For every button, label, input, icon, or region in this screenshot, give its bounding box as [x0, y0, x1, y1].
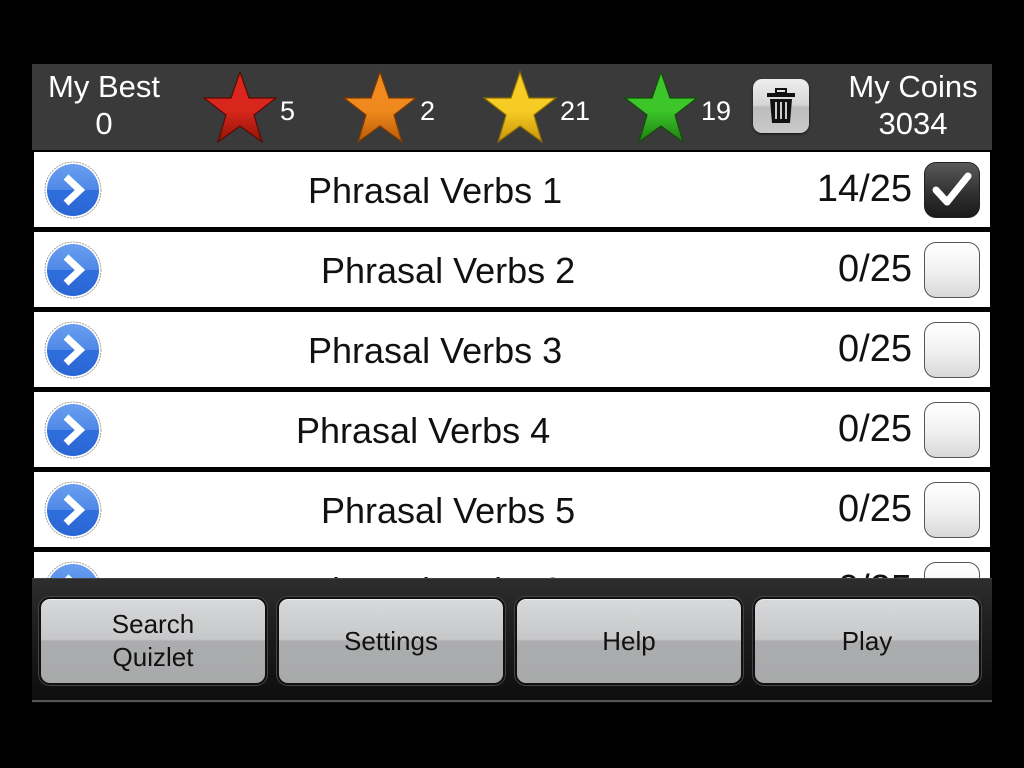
toolbar-divider [32, 700, 992, 702]
yellow-star-icon [482, 70, 558, 144]
list-item-score: 0/25 [838, 408, 912, 450]
list-item-checkbox[interactable] [924, 482, 980, 538]
list-item-score: 14/25 [816, 168, 912, 210]
search-quizlet-label-line1: Search [111, 609, 195, 639]
play-button[interactable]: Play [753, 597, 981, 685]
list-item-checkbox[interactable] [924, 402, 980, 458]
chevron-right-circle-icon[interactable] [44, 161, 102, 219]
list-item-title: Phrasal Verbs 4 [296, 410, 551, 451]
chevron-right-circle-icon[interactable] [44, 481, 102, 539]
list-item-title: Phrasal Verbs 5 [321, 490, 576, 531]
settings-button[interactable]: Settings [277, 597, 505, 685]
help-button[interactable]: Help [515, 597, 743, 685]
list-item-title: Phrasal Verbs 1 [308, 170, 563, 211]
my-best: My Best 0 [42, 68, 166, 142]
search-quizlet-button[interactable]: Search Quizlet [39, 597, 267, 685]
list-item[interactable]: Phrasal Verbs 3 0/25 [34, 312, 990, 387]
my-coins-value: 3034 [878, 106, 948, 141]
app-screen: My Best 0 5 2 21 19 My Coins 3034 Phrasa… [32, 64, 992, 704]
search-quizlet-label-line2: Quizlet [112, 642, 194, 672]
trash-button[interactable] [753, 79, 809, 133]
trash-icon [767, 88, 795, 123]
green-star-icon [623, 70, 699, 144]
list-item[interactable]: Phrasal Verbs 1 14/25 [34, 152, 990, 227]
list-item[interactable]: Phrasal Verbs 5 0/25 [34, 472, 990, 547]
stats-header: My Best 0 5 2 21 19 My Coins 3034 [32, 64, 992, 150]
list-item[interactable]: Phrasal Verbs 4 0/25 [34, 392, 990, 467]
my-best-value: 0 [95, 106, 113, 141]
list-item-title: Phrasal Verbs 2 [321, 250, 576, 291]
red-star-icon [202, 70, 278, 144]
yellow-star-count: 21 [560, 96, 591, 126]
red-star-count: 5 [280, 96, 296, 126]
my-coins-label: My Coins [848, 69, 978, 104]
chevron-right-circle-icon[interactable] [44, 401, 102, 459]
list-item-score: 0/25 [838, 328, 912, 370]
list-item-score: 0/25 [838, 488, 912, 530]
list-item-checkbox[interactable] [924, 162, 980, 218]
list-item-checkbox[interactable] [924, 242, 980, 298]
my-coins: My Coins 3034 [838, 68, 988, 142]
list-item-title: Phrasal Verbs 3 [308, 330, 563, 371]
my-best-label: My Best [48, 69, 160, 104]
bottom-toolbar: Search Quizlet Settings Help Play [32, 578, 992, 703]
green-star-count: 19 [701, 96, 732, 126]
list-item[interactable]: Phrasal Verbs 2 0/25 [34, 232, 990, 307]
list-item-score: 0/25 [838, 248, 912, 290]
checkmark-icon [932, 172, 972, 206]
chevron-right-circle-icon[interactable] [44, 241, 102, 299]
chevron-right-circle-icon[interactable] [44, 321, 102, 379]
orange-star-icon [342, 70, 418, 144]
list-item-checkbox[interactable] [924, 322, 980, 378]
orange-star-count: 2 [420, 96, 436, 126]
